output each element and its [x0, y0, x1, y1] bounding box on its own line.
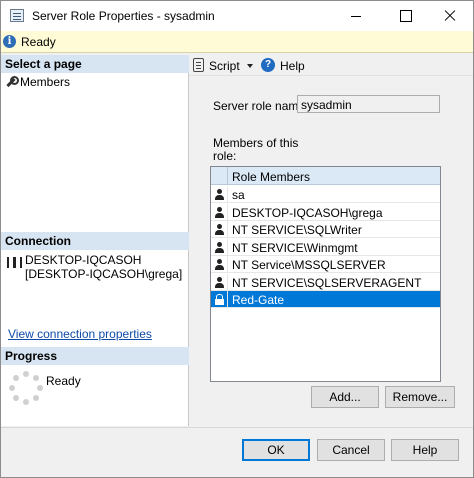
- connection-server: DESKTOP-IQCASOH: [25, 253, 142, 267]
- row-icon-cell: [211, 186, 228, 203]
- cancel-button[interactable]: Cancel: [317, 439, 385, 461]
- row-member-name: DESKTOP-IQCASOH\grega: [232, 205, 383, 220]
- row-member-name: sa: [232, 188, 245, 202]
- left-panel: Select a page Members Connection DESKTOP…: [1, 55, 189, 426]
- role-name-field[interactable]: sysadmin: [297, 95, 440, 113]
- row-icon-cell: [211, 238, 228, 256]
- page-item-members[interactable]: Members: [5, 75, 70, 89]
- window-title: Server Role Properties - sysadmin: [32, 9, 215, 23]
- table-row[interactable]: NT SERVICE\Winmgmt: [211, 238, 440, 256]
- view-connection-properties-link[interactable]: View connection properties: [8, 327, 152, 341]
- table-row[interactable]: sa: [211, 186, 440, 203]
- role-members-column-header[interactable]: Role Members: [232, 170, 310, 184]
- progress-status: Ready: [46, 374, 81, 388]
- grid-header: Role Members: [211, 167, 440, 185]
- role-members-grid[interactable]: Role Members sa DESKTOP-IQCASOH\grega NT S…: [210, 166, 441, 382]
- connection-user: [DESKTOP-IQCASOH\grega]: [25, 267, 183, 281]
- row-icon-cell: [211, 256, 228, 273]
- row-icon-cell: [211, 203, 228, 221]
- remove-button[interactable]: Remove...: [385, 386, 455, 408]
- help-icon[interactable]: ?: [261, 58, 275, 72]
- page-item-label: Members: [20, 75, 71, 89]
- toolbar: Script ? Help: [189, 55, 473, 76]
- table-row[interactable]: NT Service\MSSQLSERVER: [211, 256, 440, 273]
- title-bar: Server Role Properties - sysadmin: [1, 1, 473, 31]
- user-icon: [215, 241, 224, 253]
- table-row[interactable]: NT SERVICE\SQLSERVERAGENT: [211, 273, 440, 291]
- user-icon: [215, 224, 224, 235]
- progress-spinner-icon: [9, 371, 43, 405]
- connection-header: Connection: [1, 232, 189, 250]
- script-icon[interactable]: [193, 58, 204, 72]
- role-name-label: Server role name:: [213, 99, 309, 113]
- wrench-icon: [5, 76, 19, 87]
- help-toolbar-button[interactable]: Help: [280, 59, 305, 73]
- add-button[interactable]: Add...: [311, 386, 379, 408]
- row-icon-cell: [211, 221, 228, 238]
- dialog-window: Server Role Properties - sysadmin i Read…: [0, 0, 474, 478]
- minimize-button[interactable]: [333, 1, 379, 31]
- status-bar: i Ready: [1, 31, 473, 53]
- table-row[interactable]: NT SERVICE\SQLWriter: [211, 221, 440, 238]
- select-page-header: Select a page: [1, 55, 189, 73]
- ok-button[interactable]: OK: [242, 439, 310, 461]
- help-button[interactable]: Help: [391, 439, 459, 461]
- progress-header: Progress: [1, 347, 189, 365]
- row-member-name: NT Service\MSSQLSERVER: [232, 258, 386, 272]
- user-icon: [215, 276, 224, 288]
- script-dropdown-arrow[interactable]: [247, 64, 253, 68]
- row-member-name: Red-Gate: [232, 293, 285, 307]
- row-member-name: NT SERVICE\SQLWriter: [232, 223, 362, 237]
- members-label-line2: role:: [213, 149, 237, 163]
- status-text: Ready: [21, 35, 56, 49]
- row-member-name: NT SERVICE\SQLSERVERAGENT: [232, 275, 422, 290]
- info-icon: i: [3, 35, 16, 48]
- script-button[interactable]: Script: [209, 59, 240, 73]
- maximize-button[interactable]: [382, 1, 428, 31]
- connection-icon: [6, 256, 22, 270]
- user-icon: [215, 189, 224, 200]
- row-member-name: NT SERVICE\Winmgmt: [232, 240, 358, 255]
- user-icon: [215, 206, 224, 218]
- close-button[interactable]: [427, 1, 473, 31]
- lock-icon: [215, 294, 224, 305]
- grid-header-corner: [211, 167, 228, 185]
- table-row[interactable]: DESKTOP-IQCASOH\grega: [211, 203, 440, 221]
- row-icon-cell: [211, 291, 228, 308]
- table-row[interactable]: Red-Gate: [211, 291, 440, 308]
- user-icon: [215, 259, 224, 270]
- row-icon-cell: [211, 273, 228, 291]
- app-icon: [10, 9, 24, 22]
- members-label: Members of this role:: [213, 137, 298, 163]
